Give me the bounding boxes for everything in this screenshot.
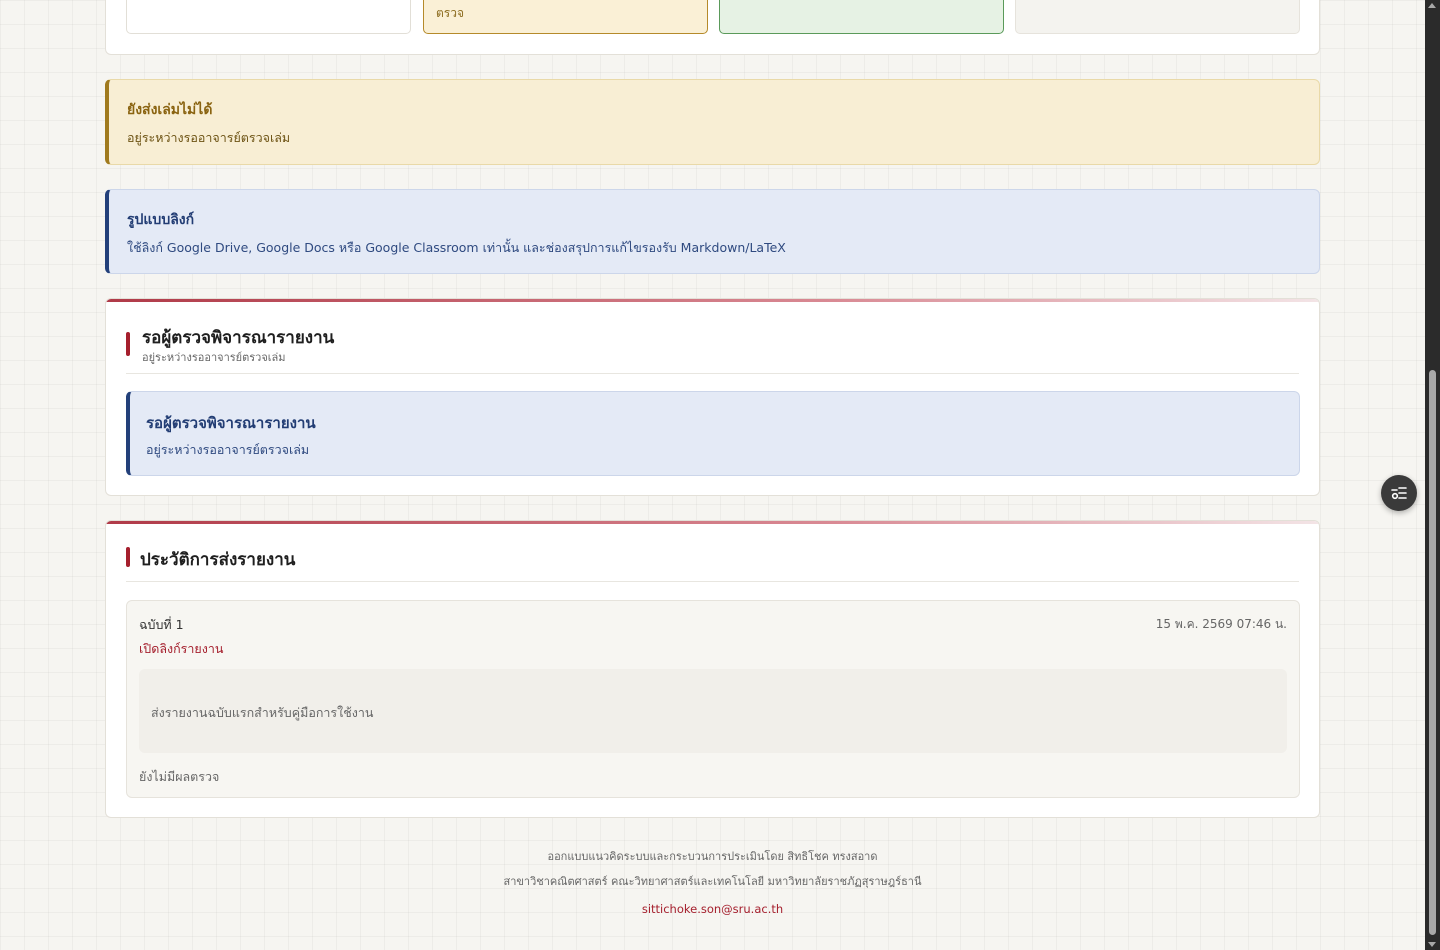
history-entry-result: ยังไม่มีผลตรวจ [139, 769, 220, 784]
status-summary-panel: ตรวจ [105, 0, 1320, 55]
floating-menu-button[interactable] [1381, 475, 1417, 511]
stat-card-pending-label: ตรวจ [436, 6, 465, 20]
history-entry: ฉบับที่ 1 15 พ.ค. 2569 07:46 น. เปิดลิงก… [126, 600, 1300, 798]
page-footer: ออกแบบแนวคิดระบบและกระบวนการประเมินโดย ส… [105, 848, 1320, 918]
history-entry-date: 15 พ.ค. 2569 07:46 น. [1155, 617, 1287, 631]
stat-card-other [1015, 0, 1300, 34]
section-accent-bar [126, 332, 130, 356]
history-card-header: ประวัติการส่งรายงาน [126, 543, 1299, 582]
history-entry-version: ฉบับที่ 1 [139, 617, 184, 632]
stat-card-pending: ตรวจ [423, 0, 708, 34]
footer-credit: ออกแบบแนวคิดระบบและกระบวนการประเมินโดย ส… [547, 850, 878, 863]
submit-blocked-title: ยังส่งเล่มไม่ได้ [127, 102, 213, 118]
review-card-title: รอผู้ตรวจพิจารณารายงาน [142, 328, 335, 348]
stat-card-total [126, 0, 411, 34]
submit-blocked-text: อยู่ระหว่างรออาจารย์ตรวจเล่ม [127, 130, 291, 145]
footer-affiliation: สาขาวิชาคณิตศาสตร์ คณะวิทยาศาสตร์และเทคโ… [503, 875, 922, 888]
scroll-up-icon[interactable] [1428, 3, 1436, 8]
link-format-text: ใช้ลิงก์ Google Drive, Google Docs หรือ … [127, 240, 786, 255]
scroll-down-icon[interactable] [1428, 942, 1436, 947]
section-accent-bar [126, 547, 130, 567]
review-card-header: รอผู้ตรวจพิจารณารายงาน อยู่ระหว่างรออาจา… [126, 321, 1299, 374]
open-report-link[interactable]: เปิดลิงก์รายงาน [139, 639, 223, 659]
review-card-subtitle: อยู่ระหว่างรออาจารย์ตรวจเล่ม [142, 351, 286, 364]
toggle-menu-icon [1391, 487, 1407, 500]
footer-email-link[interactable]: sittichoke.son@sru.ac.th [642, 902, 783, 916]
link-format-title: รูปแบบลิงก์ [127, 212, 195, 228]
history-entry-note: ส่งรายงานฉบับแรกสำหรับคู่มือการใช้งาน [139, 669, 1287, 753]
submission-history-card: ประวัติการส่งรายงาน ฉบับที่ 1 15 พ.ค. 25… [105, 520, 1320, 818]
link-format-alert: รูปแบบลิงก์ ใช้ลิงก์ Google Drive, Googl… [105, 189, 1320, 274]
history-card-title: ประวัติการส่งรายงาน [140, 550, 296, 570]
review-status-card: รอผู้ตรวจพิจารณารายงาน อยู่ระหว่างรออาจา… [105, 298, 1320, 496]
stat-card-passed [719, 0, 1004, 34]
history-entry-note-text: ส่งรายงานฉบับแรกสำหรับคู่มือการใช้งาน [151, 705, 374, 720]
page-scrollbar[interactable] [1425, 0, 1440, 950]
review-status-alert-text: อยู่ระหว่างรออาจารย์ตรวจเล่ม [146, 442, 310, 457]
scrollbar-thumb[interactable] [1429, 370, 1436, 935]
submit-blocked-alert: ยังส่งเล่มไม่ได้ อยู่ระหว่างรออาจารย์ตรว… [105, 79, 1320, 165]
review-status-alert-title: รอผู้ตรวจพิจารณารายงาน [146, 414, 316, 432]
review-status-alert: รอผู้ตรวจพิจารณารายงาน อยู่ระหว่างรออาจา… [126, 391, 1300, 476]
